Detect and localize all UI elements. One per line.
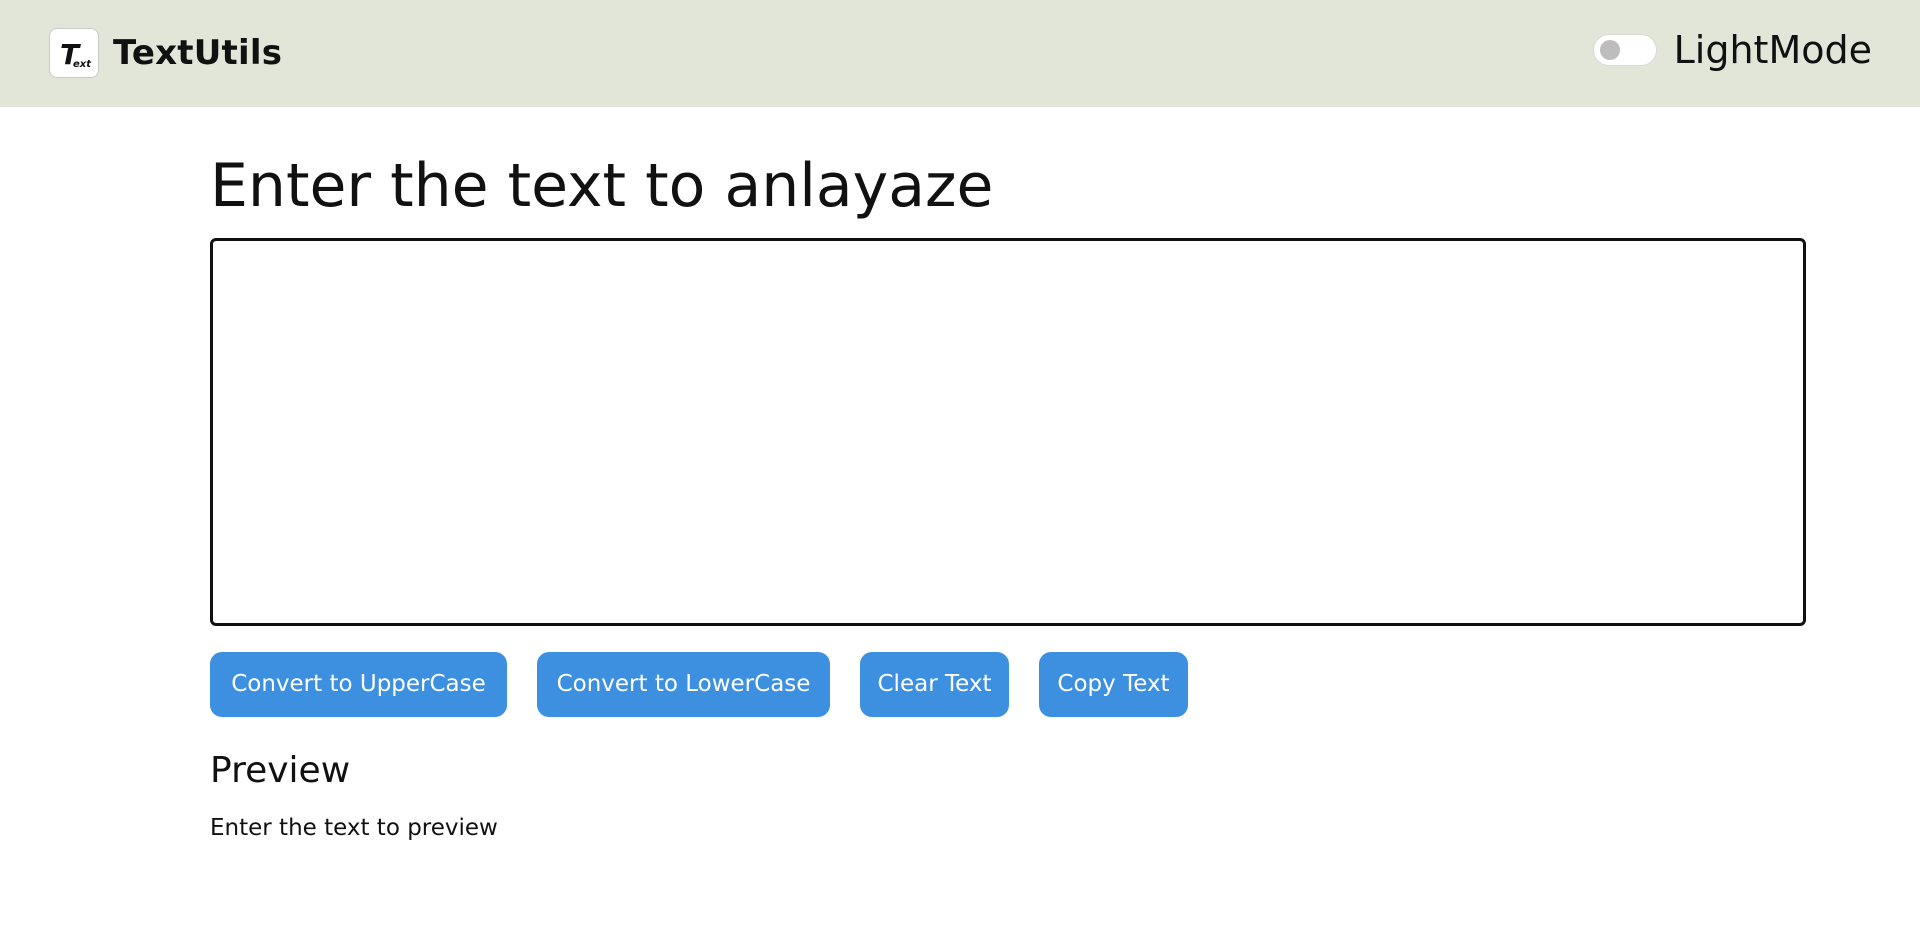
button-row: Convert to UpperCase Convert to LowerCas… [210,652,1806,717]
preview-heading: Preview [210,750,351,791]
navbar: T ext TextUtils LightMode [0,0,1920,107]
brand-name[interactable]: TextUtils [113,33,282,73]
navbar-brand[interactable]: T ext TextUtils [49,28,282,78]
clear-text-button[interactable]: Clear Text [860,652,1009,717]
toggle-knob [1599,40,1620,60]
mode-label[interactable]: LightMode [1674,28,1872,72]
main-container: Enter the text to anlayaze Convert to Up… [210,140,1806,841]
preview-text: Enter the text to preview [210,815,498,841]
mode-switch: LightMode [1592,28,1872,72]
lowercase-button[interactable]: Convert to LowerCase [537,652,830,717]
page-title: Enter the text to anlayaze [210,151,994,221]
mode-toggle[interactable] [1592,34,1657,66]
copy-text-button[interactable]: Copy Text [1039,652,1188,717]
text-input[interactable] [210,238,1806,626]
uppercase-button[interactable]: Convert to UpperCase [210,652,507,717]
text-logo-icon[interactable]: T ext [49,28,99,78]
svg-text:ext: ext [73,59,92,70]
